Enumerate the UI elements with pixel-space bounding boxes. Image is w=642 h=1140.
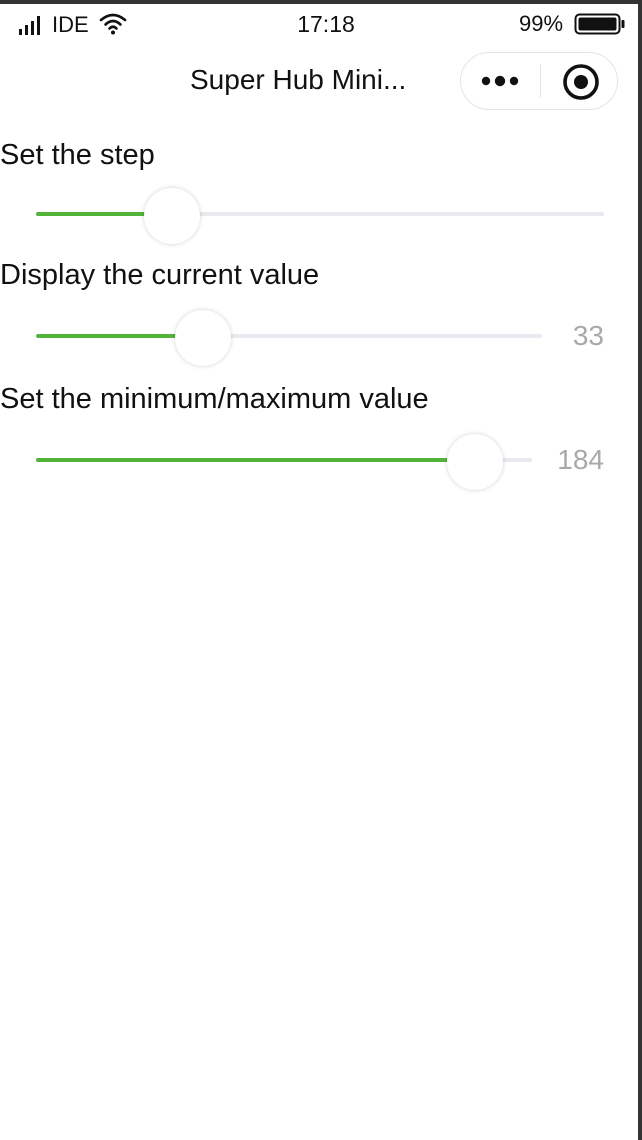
page-title: Super Hub Mini... bbox=[190, 64, 407, 95]
battery-icon bbox=[574, 13, 625, 35]
window-right-border bbox=[638, 0, 642, 1140]
min-max-slider-label: Set the minimum/maximum value bbox=[0, 383, 429, 415]
current-value-readout: 33 bbox=[572, 320, 604, 351]
current-value-slider[interactable] bbox=[36, 310, 542, 366]
step-slider[interactable] bbox=[36, 188, 604, 244]
battery-percent: 99% bbox=[519, 11, 564, 36]
menu-capsule bbox=[460, 52, 618, 110]
close-target-icon bbox=[563, 64, 599, 100]
more-icon bbox=[481, 75, 519, 87]
status-bar: IDE 17:18 99% bbox=[0, 4, 638, 44]
min-max-slider-fill bbox=[36, 458, 475, 462]
current-value-slider-thumb[interactable] bbox=[175, 310, 231, 366]
step-slider-label: Set the step bbox=[0, 139, 155, 171]
min-max-value-readout: 184 bbox=[557, 444, 604, 475]
min-max-slider-thumb[interactable] bbox=[447, 434, 503, 490]
close-button[interactable] bbox=[541, 53, 618, 109]
min-max-slider[interactable] bbox=[36, 434, 532, 490]
more-button[interactable] bbox=[461, 53, 541, 109]
step-slider-thumb[interactable] bbox=[144, 188, 200, 244]
current-value-slider-label: Display the current value bbox=[0, 259, 320, 291]
